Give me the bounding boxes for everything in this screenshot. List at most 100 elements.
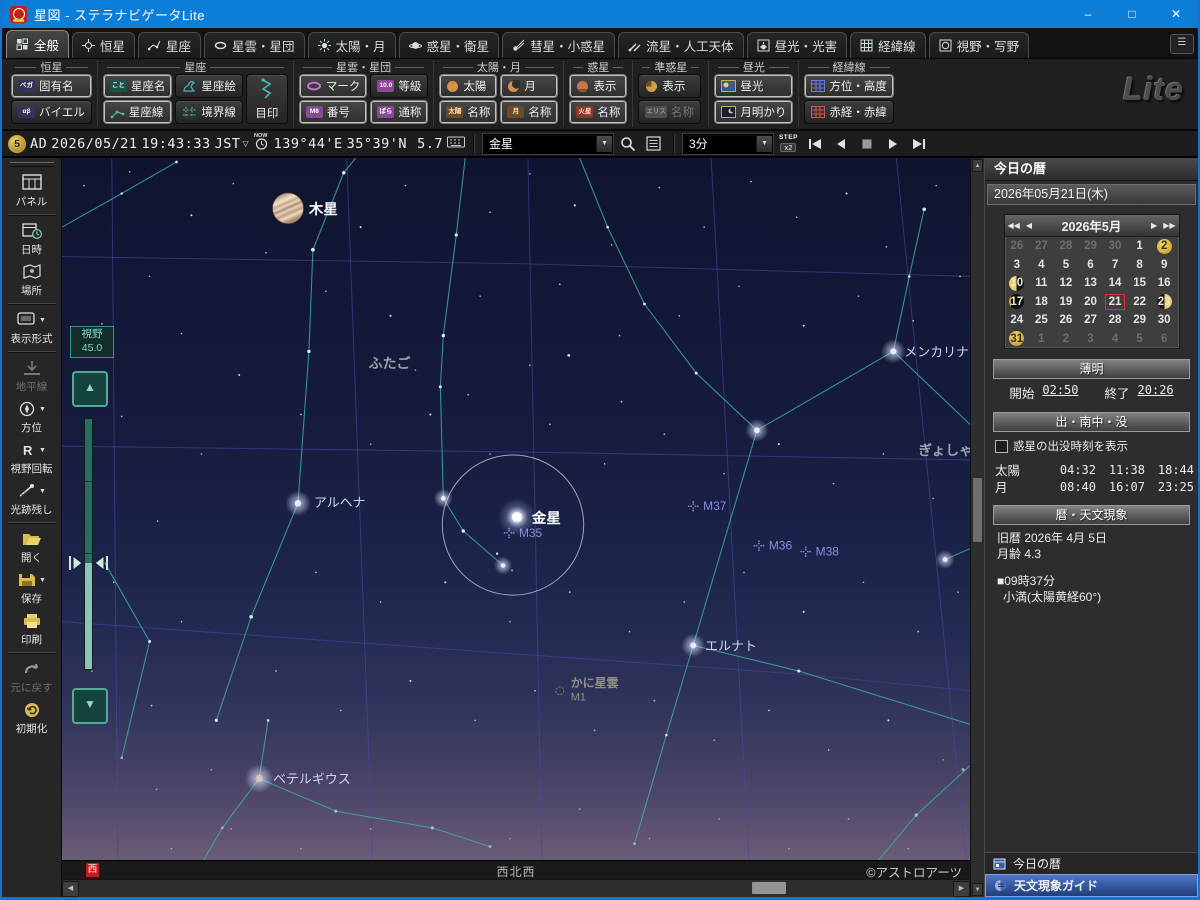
step-back-button[interactable] bbox=[830, 134, 852, 154]
calendar-day[interactable]: 6 bbox=[1152, 330, 1177, 349]
sidebar-item-panel[interactable]: パネル bbox=[4, 170, 60, 211]
horizontal-scrollbar[interactable]: ◀ ▶ bbox=[62, 879, 970, 898]
calendar-day[interactable]: 11 bbox=[1029, 274, 1054, 293]
next-month-icon[interactable]: ▶ bbox=[1148, 221, 1160, 230]
tab-daylight[interactable]: 昼光・光害 bbox=[746, 32, 848, 58]
stop-button[interactable] bbox=[856, 134, 878, 154]
checkbox[interactable] bbox=[995, 439, 1008, 453]
calendar-day[interactable]: 30 bbox=[1103, 237, 1128, 256]
tab-stars[interactable]: 恒星 bbox=[72, 32, 136, 58]
planet-riseset-checkbox-row[interactable]: 惑星の出没時刻を表示 bbox=[995, 438, 1198, 454]
calendar-day[interactable]: 3 bbox=[1078, 330, 1103, 349]
ribbon-button-ds-mag[interactable]: 10.0 等級 bbox=[370, 74, 429, 98]
date-value[interactable]: 2026/05/21 bbox=[51, 136, 137, 152]
time-step-combo[interactable]: 3分 ▼ bbox=[682, 133, 773, 154]
minimize-button[interactable]: – bbox=[1066, 0, 1110, 28]
sidebar-item-reset[interactable]: 初期化 bbox=[4, 697, 60, 738]
ribbon-button-const-lines[interactable]: 星座線 bbox=[102, 100, 173, 124]
scroll-left-icon[interactable]: ◀ bbox=[62, 881, 79, 898]
prev-month-icon[interactable]: ◀ bbox=[1023, 221, 1035, 230]
twilight-start-value[interactable]: 02:50 bbox=[1042, 383, 1078, 402]
chevron-down-icon[interactable]: ▼ bbox=[595, 135, 612, 152]
tab-comets[interactable]: 彗星・小惑星 bbox=[502, 32, 616, 58]
calendar-day[interactable]: 1 bbox=[1029, 330, 1054, 349]
zoom-out-button[interactable]: ▼ bbox=[72, 688, 108, 724]
ribbon-button-moon-label[interactable]: 月名称 bbox=[500, 100, 559, 124]
sidebar-item-datetime[interactable]: 日時 bbox=[4, 218, 60, 259]
calendar-day[interactable]: 16 bbox=[1152, 274, 1177, 293]
calendar-day[interactable]: 22 bbox=[1127, 293, 1152, 312]
scroll-right-icon[interactable]: ▶ bbox=[953, 881, 970, 898]
ribbon-button-ds-numbers[interactable]: M8 番号 bbox=[298, 100, 368, 124]
sidebar-item-fov-rotate[interactable]: R ▼ 視野回転 bbox=[4, 437, 60, 478]
calendar-day[interactable]: 4 bbox=[1029, 256, 1054, 275]
sidebar-item-save[interactable]: ▼ 保存 bbox=[4, 567, 60, 608]
ribbon-button-ds-names[interactable]: ばら 通称 bbox=[370, 100, 429, 124]
skip-forward-button[interactable] bbox=[908, 134, 930, 154]
ribbon-button-boundaries[interactable]: 境界線 bbox=[175, 100, 243, 124]
skip-back-button[interactable] bbox=[804, 134, 826, 154]
vertical-scroll-thumb[interactable] bbox=[973, 478, 982, 542]
ribbon-button-dwarf-show[interactable]: 表示 bbox=[638, 74, 701, 98]
next-year-icon[interactable]: ▶▶ bbox=[1160, 221, 1178, 230]
prev-year-icon[interactable]: ◀◀ bbox=[1005, 221, 1023, 230]
calendar-day[interactable]: 5 bbox=[1127, 330, 1152, 349]
calendar-day[interactable]: 7 bbox=[1103, 256, 1128, 275]
calendar-day[interactable]: 6 bbox=[1078, 256, 1103, 275]
sidebar-item-direction[interactable]: ▼ 方位 bbox=[4, 396, 60, 437]
time-value[interactable]: 19:43:33 bbox=[142, 136, 211, 152]
play-forward-button[interactable] bbox=[882, 134, 904, 154]
fov-slider-handle-left[interactable] bbox=[67, 553, 83, 578]
sidebar-item-open[interactable]: 開く bbox=[4, 526, 60, 567]
ribbon-button-moonlight[interactable]: 月明かり bbox=[714, 100, 794, 124]
calendar-day[interactable]: 20 bbox=[1078, 293, 1103, 312]
tab-nebulae[interactable]: 星雲・星団 bbox=[204, 32, 305, 58]
ribbon-button-planets-names[interactable]: 火星 名称 bbox=[569, 100, 628, 124]
calendar-day[interactable]: 1 bbox=[1127, 237, 1152, 256]
object-search-combo[interactable]: 金星 ▼ bbox=[482, 133, 613, 154]
ribbon-button-daylight[interactable]: 昼光 bbox=[714, 74, 794, 98]
sidebar-item-display-format[interactable]: ▼ 表示形式 bbox=[4, 307, 60, 348]
close-button[interactable]: ✕ bbox=[1154, 0, 1198, 28]
calendar-day[interactable]: 28 bbox=[1103, 311, 1128, 330]
calendar-day[interactable]: 28 bbox=[1054, 237, 1079, 256]
calendar-day[interactable]: 10 bbox=[1005, 274, 1030, 293]
tab-planets[interactable]: 惑星・衛星 bbox=[398, 32, 500, 58]
ribbon-button-planets-show[interactable]: 表示 bbox=[569, 74, 628, 98]
calendar-day[interactable]: 27 bbox=[1029, 237, 1054, 256]
tab-fov[interactable]: 視野・写野 bbox=[928, 32, 1030, 58]
magnitude-limit-value[interactable]: 5.7 bbox=[417, 136, 443, 152]
now-clock-icon[interactable]: NOW bbox=[253, 132, 270, 156]
calendar-day[interactable]: 31 bbox=[1005, 330, 1030, 349]
calendar-day[interactable]: 3 bbox=[1005, 256, 1030, 275]
calendar-day[interactable]: 14 bbox=[1103, 274, 1128, 293]
horizontal-scroll-thumb[interactable] bbox=[752, 882, 786, 895]
calendar-day[interactable]: 26 bbox=[1005, 237, 1030, 256]
scroll-down-icon[interactable]: ▼ bbox=[972, 883, 983, 896]
step-x2-button[interactable]: STEP x2 bbox=[779, 134, 798, 152]
fov-slider-handle-right[interactable] bbox=[94, 553, 110, 578]
tab-meteors[interactable]: 流星・人工天体 bbox=[618, 32, 744, 58]
calendar-day[interactable]: 23 bbox=[1152, 293, 1177, 312]
twilight-end-value[interactable]: 20:26 bbox=[1138, 383, 1174, 402]
calendar-day[interactable]: 8 bbox=[1127, 256, 1152, 275]
sidebar-item-print[interactable]: 印刷 bbox=[4, 608, 60, 649]
panel-tab-phenomena-guide[interactable]: 天文現象ガイド bbox=[985, 874, 1198, 897]
tab-constellations[interactable]: 星座 bbox=[138, 32, 202, 58]
calendar-day[interactable]: 17 bbox=[1005, 293, 1030, 312]
calendar-day[interactable]: 2 bbox=[1054, 330, 1079, 349]
sidebar-item-trails[interactable]: ▼ 光跡残し bbox=[4, 478, 60, 519]
tab-sun-moon[interactable]: 太陽・月 bbox=[307, 32, 396, 58]
calendar-day[interactable]: 18 bbox=[1029, 293, 1054, 312]
ribbon-button-const-names[interactable]: こと 星座名 bbox=[102, 74, 173, 98]
calendar-day[interactable]: 12 bbox=[1054, 274, 1079, 293]
calendar-day[interactable]: 9 bbox=[1152, 256, 1177, 275]
search-icon[interactable] bbox=[617, 134, 639, 154]
ribbon-button-marker[interactable]: 目印 bbox=[245, 74, 288, 124]
tab-general[interactable]: 全般 bbox=[6, 30, 70, 58]
calendar-day[interactable]: 19 bbox=[1054, 293, 1079, 312]
ribbon-button-bayer[interactable]: αβ バイエル bbox=[11, 100, 92, 124]
calendar-day[interactable]: 26 bbox=[1054, 311, 1079, 330]
latitude-value[interactable]: 35°39'N bbox=[347, 136, 407, 152]
calendar-day[interactable]: 2 bbox=[1152, 237, 1177, 256]
